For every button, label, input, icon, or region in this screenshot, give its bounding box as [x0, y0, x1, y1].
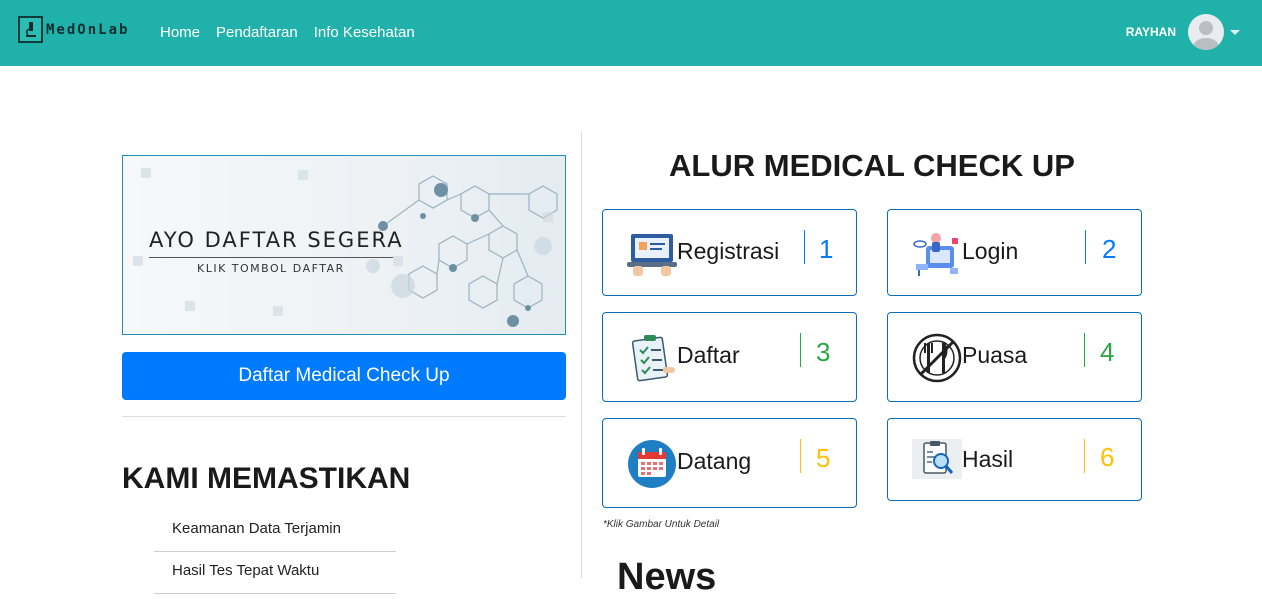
step-separator	[800, 333, 801, 367]
list-item: Hasil Tes Tepat Waktu	[154, 552, 396, 594]
step-separator	[1084, 333, 1085, 367]
step-number-1: 1	[819, 234, 834, 264]
step-card-hasil[interactable]: Hasil 6	[887, 418, 1142, 501]
step-card-registrasi[interactable]: Registrasi 1	[602, 209, 857, 296]
promo-banner: AYO DAFTAR SEGERA KLIK TOMBOL DAFTAR	[122, 155, 566, 335]
step-number-4: 4	[1100, 337, 1115, 367]
guarantee-list: Keamanan Data Terjamin Hasil Tes Tepat W…	[154, 510, 396, 594]
detail-footnote: *Klik Gambar Untuk Detail	[603, 519, 720, 530]
nav-link-info-kesehatan[interactable]: Info Kesehatan	[314, 24, 415, 41]
no-eating-icon	[912, 333, 962, 383]
step-card-puasa[interactable]: Puasa 4	[887, 312, 1142, 402]
step-number-5: 5	[816, 443, 831, 473]
step-number-6: 6	[1100, 442, 1115, 472]
step-number-3: 3	[816, 337, 831, 367]
step-separator	[804, 230, 805, 264]
laptop-registration-icon	[627, 228, 677, 278]
step-separator	[800, 439, 801, 473]
brand-logo[interactable]: MedOnLab	[18, 16, 129, 43]
lab-result-search-icon	[912, 439, 962, 489]
calendar-icon	[627, 439, 677, 489]
step-label-registrasi: Registrasi	[677, 238, 780, 264]
alur-heading: ALUR MEDICAL CHECK UP	[669, 148, 1075, 183]
step-label-login: Login	[962, 238, 1019, 264]
user-name: RAYHAN	[1125, 25, 1176, 39]
section-divider	[122, 416, 566, 417]
step-label-hasil: Hasil	[962, 446, 1014, 472]
step-number-2: 2	[1102, 234, 1117, 264]
banner-title: AYO DAFTAR SEGERA	[149, 228, 404, 252]
microscope-icon	[18, 16, 43, 43]
column-divider	[581, 131, 582, 578]
banner-underline	[149, 257, 393, 258]
step-card-datang[interactable]: Datang 5	[602, 418, 857, 508]
step-separator	[1085, 230, 1086, 264]
clipboard-checklist-icon	[627, 333, 677, 383]
user-menu[interactable]: RAYHAN	[1126, 14, 1240, 50]
avatar[interactable]	[1188, 14, 1224, 50]
step-label-puasa: Puasa	[962, 342, 1028, 368]
user-silhouette-icon	[1193, 21, 1219, 50]
banner-subtitle: KLIK TOMBOL DAFTAR	[197, 262, 345, 275]
daftar-medical-check-up-button[interactable]: Daftar Medical Check Up	[122, 352, 566, 400]
nav-link-home[interactable]: Home	[160, 24, 200, 41]
chevron-down-icon[interactable]	[1230, 29, 1240, 35]
step-card-daftar[interactable]: Daftar 3	[602, 312, 857, 402]
step-label-daftar: Daftar	[677, 342, 740, 368]
list-item: Keamanan Data Terjamin	[154, 510, 396, 552]
brand-name: MedOnLab	[46, 21, 130, 38]
step-card-login[interactable]: Login 2	[887, 209, 1142, 296]
step-separator	[1084, 439, 1085, 473]
nav-link-pendaftaran[interactable]: Pendaftaran	[216, 24, 298, 41]
guarantee-heading: KAMI MEMASTIKAN	[122, 462, 411, 495]
nav-links: Home Pendaftaran Info Kesehatan	[160, 24, 415, 41]
navbar: MedOnLab Home Pendaftaran Info Kesehatan…	[0, 0, 1262, 66]
step-label-datang: Datang	[677, 448, 752, 474]
login-illustration-icon	[912, 228, 962, 278]
